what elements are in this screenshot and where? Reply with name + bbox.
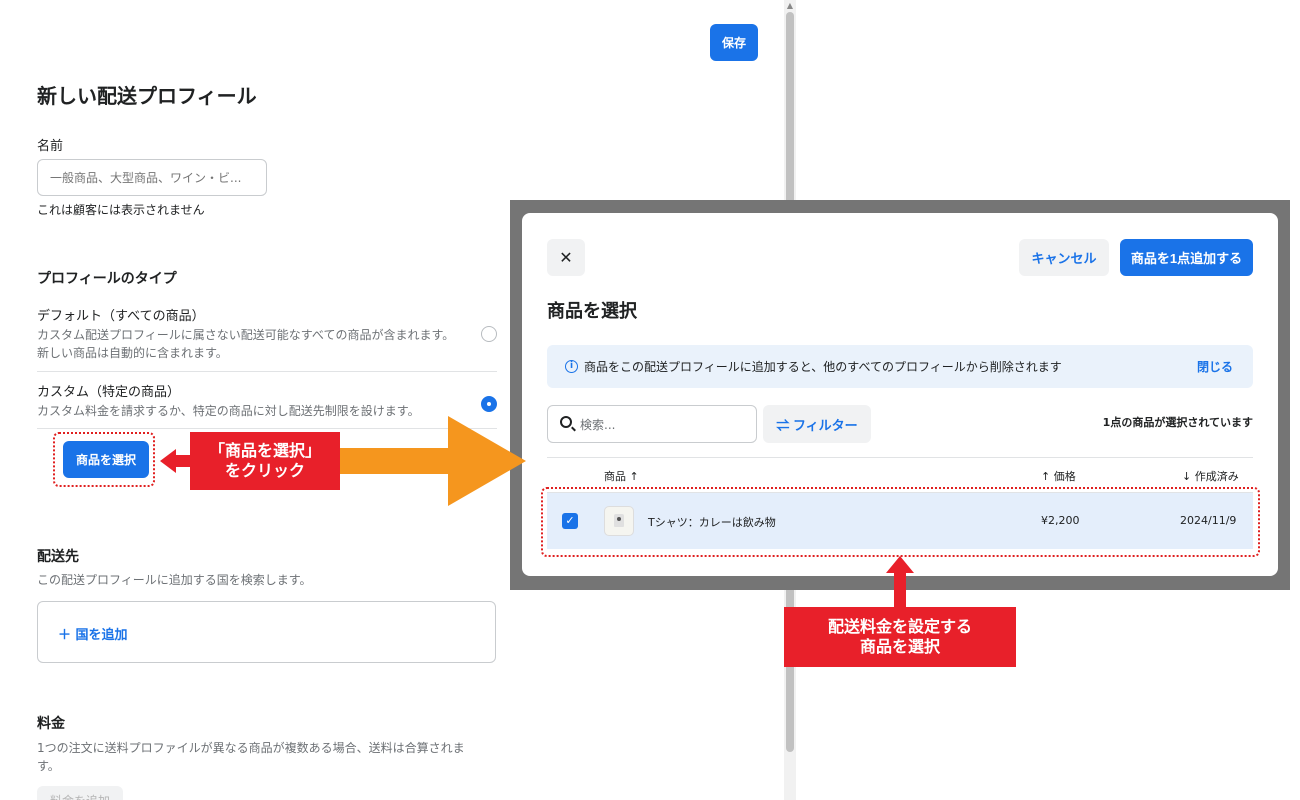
callout-select-product-line2: 商品を選択 <box>784 637 1016 657</box>
close-icon[interactable]: ✕ <box>547 239 585 276</box>
option-default-desc: カスタム配送プロフィールに属さない配送可能なすべての商品が含まれます。 <box>37 326 497 344</box>
banner-text: 商品をこの配送プロフィールに追加すると、他のすべてのプロフィールから削除されます <box>584 358 1062 375</box>
info-icon: i <box>565 360 578 373</box>
country-box: ＋ 国を追加 <box>37 601 496 663</box>
callout-select-product-line1: 配送料金を設定する <box>784 617 1016 637</box>
column-price[interactable]: ↑ 価格 <box>1041 468 1076 484</box>
select-products-highlight: 商品を選択 <box>53 432 155 487</box>
search-placeholder: 検索... <box>580 416 615 433</box>
option-default-title: デフォルト（すべての商品） <box>37 308 497 326</box>
option-custom-title: カスタム（特定の商品） <box>37 384 497 402</box>
name-hint: これは顧客には表示されません <box>37 201 205 219</box>
scroll-up-icon[interactable]: ▲ <box>784 0 796 12</box>
rates-title: 料金 <box>37 713 65 733</box>
rates-hint: 1つの注文に送料プロファイルが異なる商品が複数ある場合、送料は合算されま <box>37 739 465 757</box>
page-title: 新しい配送プロフィール <box>37 80 257 109</box>
name-input[interactable] <box>37 159 267 196</box>
selected-row-highlight <box>541 487 1260 557</box>
option-custom[interactable]: カスタム（特定の商品） カスタム料金を請求するか、特定の商品に対し配送先制限を設… <box>37 384 497 429</box>
rates-hint-2: す。 <box>37 757 60 775</box>
search-icon <box>560 416 572 428</box>
callout-click-select-line1: 「商品を選択」 <box>190 441 340 461</box>
radio-default[interactable] <box>481 326 497 342</box>
column-product[interactable]: 商品 ↑ <box>604 468 639 484</box>
save-button[interactable]: 保存 <box>710 24 758 61</box>
modal-title: 商品を選択 <box>547 297 637 323</box>
callout-select-product: 配送料金を設定する 商品を選択 <box>784 607 1016 667</box>
cancel-button[interactable]: キャンセル <box>1019 239 1109 276</box>
destination-title: 配送先 <box>37 546 79 566</box>
banner-close-button[interactable]: 閉じる <box>1197 358 1233 375</box>
column-created[interactable]: ↓ 作成済み <box>1182 468 1239 484</box>
info-banner: i 商品をこの配送プロフィールに追加すると、他のすべてのプロフィールから削除され… <box>547 345 1253 388</box>
callout-click-select-line2: をクリック <box>190 461 340 481</box>
add-product-button[interactable]: 商品を1点追加する <box>1120 239 1253 276</box>
add-country-link[interactable]: ＋ 国を追加 <box>58 624 128 643</box>
option-default[interactable]: デフォルト（すべての商品） カスタム配送プロフィールに属さない配送可能なすべての… <box>37 308 497 372</box>
select-products-button[interactable]: 商品を選択 <box>63 441 149 478</box>
filter-label: フィルター <box>793 418 858 433</box>
option-custom-desc: カスタム料金を請求するか、特定の商品に対し配送先制限を設けます。 <box>37 402 497 420</box>
filter-icon: ⇌ <box>776 418 793 433</box>
add-rate-button[interactable]: 料金を追加 <box>37 786 123 800</box>
callout-click-select: 「商品を選択」 をクリック <box>190 432 340 490</box>
profile-type-title: プロフィールのタイプ <box>37 268 177 288</box>
option-default-desc-2: 新しい商品は自動的に含まれます。 <box>37 344 497 362</box>
name-label: 名前 <box>37 135 63 154</box>
search-input[interactable]: 検索... <box>547 405 757 443</box>
radio-custom[interactable] <box>481 396 497 412</box>
destination-hint: この配送プロフィールに追加する国を検索します。 <box>37 571 312 589</box>
filter-button[interactable]: ⇌ フィルター <box>763 405 871 443</box>
selected-count: 1点の商品が選択されています <box>1103 414 1253 430</box>
